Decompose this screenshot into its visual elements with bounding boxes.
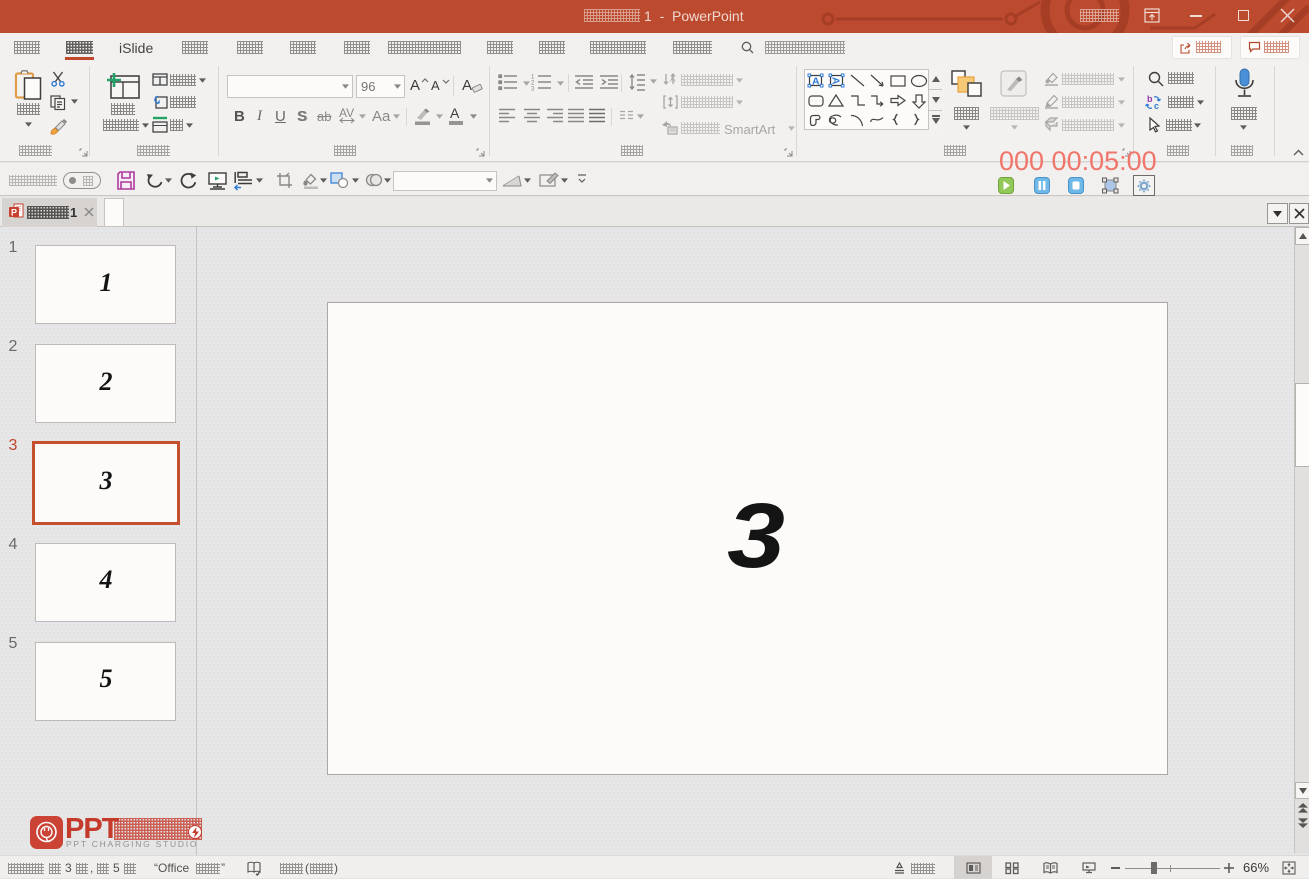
svg-text:A: A bbox=[670, 75, 676, 84]
svg-text:c: c bbox=[1154, 101, 1159, 111]
svg-text:A: A bbox=[830, 77, 842, 85]
svg-text:b: b bbox=[1147, 94, 1153, 104]
svg-text:3: 3 bbox=[531, 87, 535, 93]
svg-text:P: P bbox=[11, 208, 17, 218]
svg-text:A: A bbox=[812, 76, 820, 88]
